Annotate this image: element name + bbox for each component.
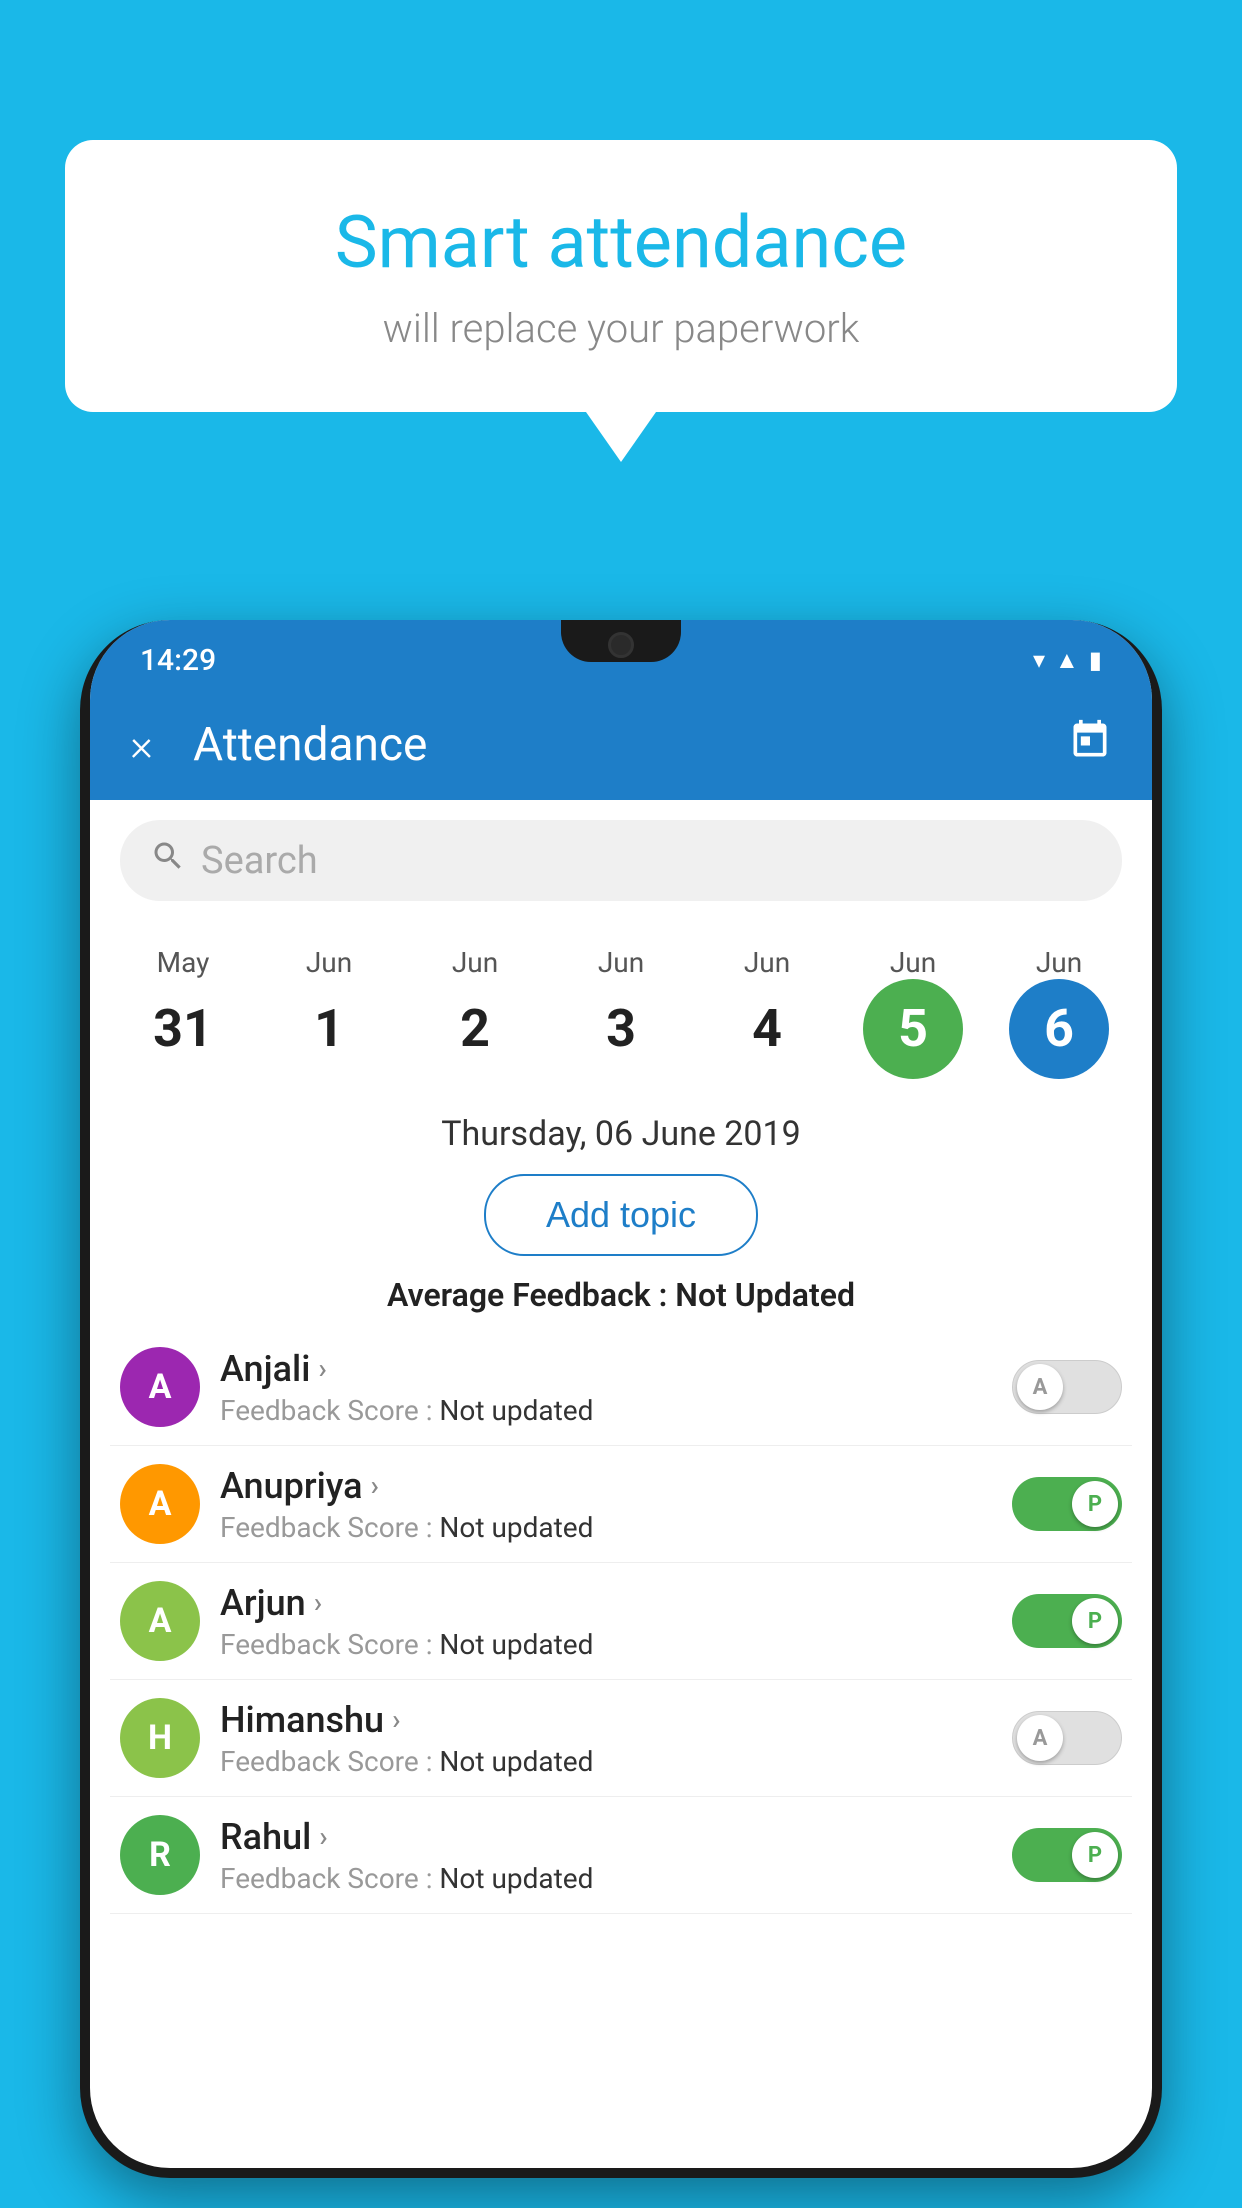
calendar-icon[interactable] (1068, 718, 1112, 772)
date-may31[interactable]: May 31 (110, 936, 256, 1089)
avatar-anjali: A (120, 1347, 200, 1427)
status-time: 14:29 (140, 643, 216, 678)
student-item-rahul[interactable]: R Rahul › Feedback Score : Not updated P (110, 1797, 1132, 1914)
student-name-anjali: Anjali (220, 1348, 310, 1390)
search-bar[interactable]: Search (120, 820, 1122, 901)
speech-bubble-arrow (586, 412, 656, 462)
status-icons: ▾ ▲ ▮ (1033, 646, 1102, 675)
phone-camera (608, 632, 634, 658)
add-topic-button[interactable]: Add topic (484, 1174, 758, 1256)
avatar-rahul: R (120, 1815, 200, 1895)
average-feedback: Average Feedback : Not Updated (90, 1266, 1152, 1329)
date-jun1[interactable]: Jun 1 (256, 936, 402, 1089)
toggle-rahul[interactable]: P (1012, 1828, 1122, 1882)
student-name-anupriya: Anupriya (220, 1465, 363, 1507)
student-info-anupriya: Anupriya › Feedback Score : Not updated (220, 1465, 992, 1544)
student-name-rahul: Rahul (220, 1816, 311, 1858)
phone-screen: 14:29 ▾ ▲ ▮ × Attendance (90, 620, 1152, 2168)
date-jun4[interactable]: Jun 4 (694, 936, 840, 1089)
feedback-score-arjun: Feedback Score : Not updated (220, 1628, 992, 1661)
wifi-icon: ▾ (1033, 646, 1045, 674)
toggle-anupriya[interactable]: P (1012, 1477, 1122, 1531)
student-list: A Anjali › Feedback Score : Not updated … (90, 1329, 1152, 1914)
phone-frame: 14:29 ▾ ▲ ▮ × Attendance (80, 620, 1162, 2178)
student-info-arjun: Arjun › Feedback Score : Not updated (220, 1582, 992, 1661)
chevron-icon: › (314, 1586, 322, 1619)
student-name-himanshu: Himanshu (220, 1699, 384, 1741)
feedback-score-anupriya: Feedback Score : Not updated (220, 1511, 992, 1544)
avatar-himanshu: H (120, 1698, 200, 1778)
phone-container: 14:29 ▾ ▲ ▮ × Attendance (80, 620, 1162, 2178)
student-name-arjun: Arjun (220, 1582, 306, 1624)
date-jun5-today[interactable]: Jun 5 (840, 936, 986, 1089)
toggle-anjali[interactable]: A (1012, 1360, 1122, 1414)
student-info-himanshu: Himanshu › Feedback Score : Not updated (220, 1699, 992, 1778)
app-header: × Attendance (90, 690, 1152, 800)
date-jun6-selected[interactable]: Jun 6 (986, 936, 1132, 1089)
feedback-score-anjali: Feedback Score : Not updated (220, 1394, 992, 1427)
speech-bubble-container: Smart attendance will replace your paper… (65, 140, 1177, 462)
avatar-arjun: A (120, 1581, 200, 1661)
feedback-score-rahul: Feedback Score : Not updated (220, 1862, 992, 1895)
chevron-icon: › (318, 1352, 326, 1385)
feedback-score-himanshu: Feedback Score : Not updated (220, 1745, 992, 1778)
toggle-arjun[interactable]: P (1012, 1594, 1122, 1648)
avg-feedback-label: Average Feedback : (387, 1276, 667, 1314)
date-scroller[interactable]: May 31 Jun 1 Jun 2 Jun 3 Jun 4 (90, 921, 1152, 1094)
speech-bubble: Smart attendance will replace your paper… (65, 140, 1177, 412)
search-placeholder: Search (201, 839, 318, 883)
speech-bubble-title: Smart attendance (145, 200, 1097, 285)
avatar-anupriya: A (120, 1464, 200, 1544)
date-jun3[interactable]: Jun 3 (548, 936, 694, 1089)
phone-notch (561, 620, 681, 662)
avg-feedback-value: Not Updated (675, 1276, 855, 1314)
student-info-anjali: Anjali › Feedback Score : Not updated (220, 1348, 992, 1427)
selected-date-info: Thursday, 06 June 2019 (90, 1094, 1152, 1164)
student-item-anupriya[interactable]: A Anupriya › Feedback Score : Not update… (110, 1446, 1132, 1563)
chevron-icon: › (371, 1469, 379, 1502)
battery-icon: ▮ (1089, 646, 1102, 674)
student-item-arjun[interactable]: A Arjun › Feedback Score : Not updated P (110, 1563, 1132, 1680)
search-icon (150, 838, 186, 883)
signal-icon: ▲ (1055, 646, 1079, 675)
student-item-anjali[interactable]: A Anjali › Feedback Score : Not updated … (110, 1329, 1132, 1446)
speech-bubble-subtitle: will replace your paperwork (145, 305, 1097, 352)
date-jun2[interactable]: Jun 2 (402, 936, 548, 1089)
student-info-rahul: Rahul › Feedback Score : Not updated (220, 1816, 992, 1895)
header-title: Attendance (193, 718, 1068, 772)
student-item-himanshu[interactable]: H Himanshu › Feedback Score : Not update… (110, 1680, 1132, 1797)
chevron-icon: › (392, 1703, 400, 1736)
close-button[interactable]: × (130, 719, 153, 771)
toggle-himanshu[interactable]: A (1012, 1711, 1122, 1765)
chevron-icon: › (319, 1820, 327, 1853)
